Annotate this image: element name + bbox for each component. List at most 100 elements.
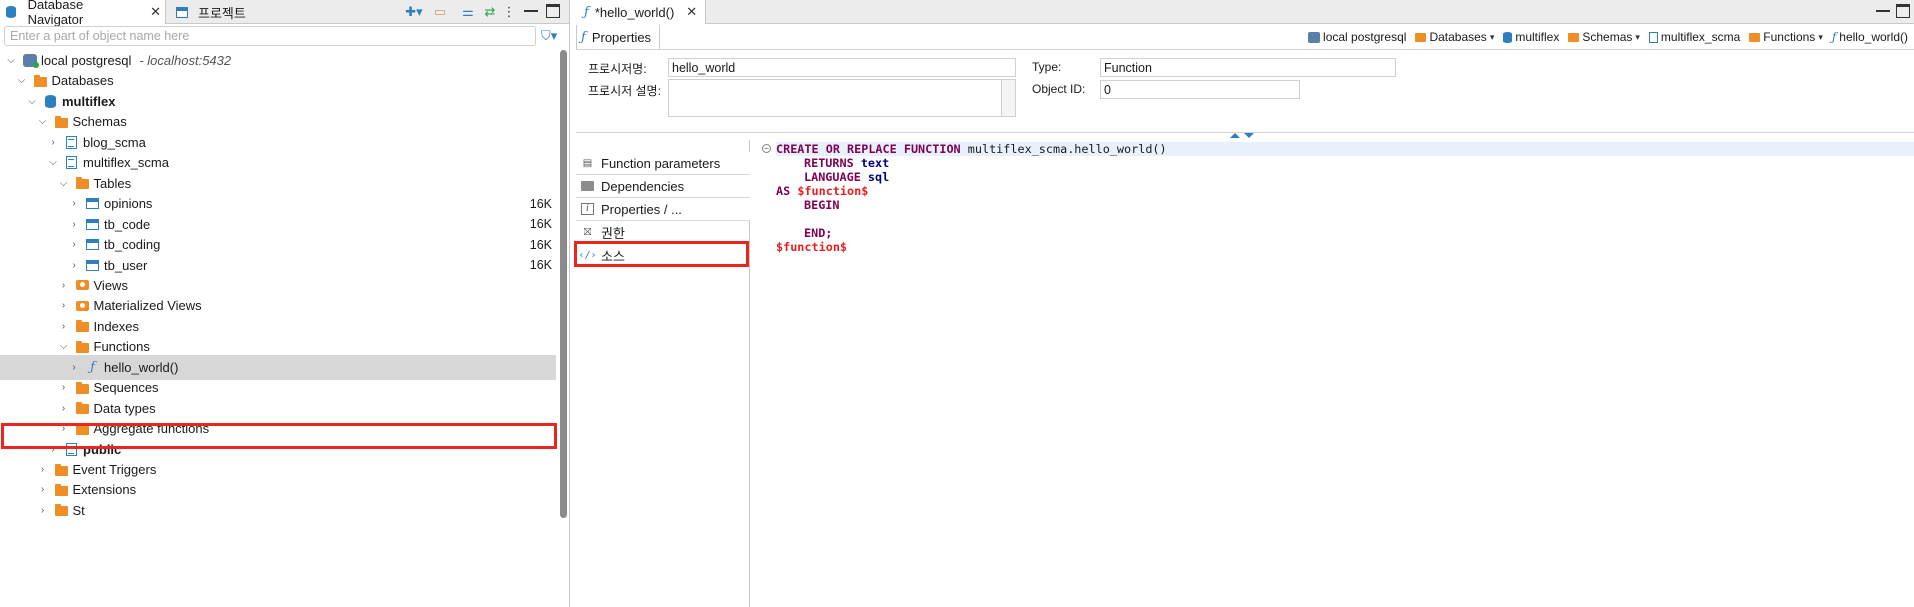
tree-item-label: multiflex_scma xyxy=(83,155,169,171)
breadcrumb-item[interactable]: Databases ▾ xyxy=(1415,30,1494,44)
tab-project[interactable]: 프로젝트 xyxy=(170,0,250,24)
code-line: AS $function$ xyxy=(776,184,868,198)
minimize-icon[interactable] xyxy=(1876,4,1890,12)
side-tab-label: Properties / ... xyxy=(601,201,682,217)
chevron-down-icon[interactable]: ▾ xyxy=(1635,32,1640,43)
function-icon: ƒ xyxy=(1831,30,1837,44)
minimize-icon[interactable] xyxy=(524,4,538,12)
tree-item[interactable]: › St xyxy=(0,498,556,523)
collapse-all-icon[interactable]: ⚌ xyxy=(460,4,476,20)
navigator-scrollbar[interactable] xyxy=(558,48,568,607)
tab-properties[interactable]: ƒ Properties xyxy=(576,25,661,49)
close-icon[interactable]: ✕ xyxy=(150,4,161,20)
chevron-right-icon[interactable]: › xyxy=(67,258,81,272)
maximize-icon[interactable] xyxy=(546,4,560,18)
chevron-right-icon[interactable]: › xyxy=(46,135,60,149)
side-tab-dependencies[interactable]: Dependencies xyxy=(576,175,750,198)
maximize-icon[interactable] xyxy=(1896,4,1910,18)
info-icon: i xyxy=(580,203,595,215)
code-keyword: RETURNS xyxy=(804,156,854,170)
breadcrumb-label: hello_world() xyxy=(1839,30,1908,44)
new-folder-icon[interactable]: ▭ xyxy=(432,4,448,20)
chevron-right-icon[interactable]: › xyxy=(36,503,50,517)
object-id-field[interactable]: 0 xyxy=(1100,80,1300,99)
folder-icon xyxy=(54,115,69,129)
breadcrumb-item[interactable]: Functions ▾ xyxy=(1749,30,1823,44)
chevron-right-icon[interactable]: › xyxy=(57,401,71,415)
view-icon xyxy=(75,299,90,313)
filter-icon[interactable]: ⛉▾ xyxy=(541,28,557,44)
breadcrumb-item[interactable]: multiflex xyxy=(1503,30,1559,44)
close-icon[interactable]: ✕ xyxy=(686,4,697,20)
chevron-right-icon[interactable]: › xyxy=(36,483,50,497)
chevron-down-icon[interactable]: ⌵ xyxy=(57,340,71,354)
chevron-down-icon[interactable]: ⌵ xyxy=(57,176,71,190)
function-icon: ƒ xyxy=(581,29,586,45)
object-filter-input[interactable] xyxy=(4,26,536,46)
splitter-down-icon[interactable] xyxy=(1244,133,1254,138)
breadcrumb-item[interactable]: ƒ hello_world() xyxy=(1832,30,1908,44)
breadcrumb-item[interactable]: local postgresql xyxy=(1308,30,1406,44)
tab-database-navigator[interactable]: Database Navigator ✕ xyxy=(0,0,166,27)
chevron-down-icon[interactable]: ⌵ xyxy=(4,54,18,68)
breadcrumb-item[interactable]: Schemas ▾ xyxy=(1568,30,1640,44)
chevron-down-icon[interactable]: ▾ xyxy=(1818,32,1823,43)
description-scrollbar[interactable] xyxy=(1001,80,1015,116)
breadcrumb-item[interactable]: multiflex_scma xyxy=(1648,30,1740,44)
function-editor: ƒ *hello_world() ✕ ƒ Properties local po… xyxy=(574,0,1914,607)
tree-item-label: Sequences xyxy=(93,380,159,396)
tree-item-label: Views xyxy=(93,277,128,293)
chevron-right-icon[interactable]: › xyxy=(57,381,71,395)
chevron-right-icon[interactable]: › xyxy=(57,278,71,292)
chevron-down-icon[interactable]: ⌵ xyxy=(36,115,50,129)
type-field[interactable]: Function xyxy=(1100,58,1396,77)
breadcrumb-label: Schemas xyxy=(1582,30,1633,44)
tree-item-label: Event Triggers xyxy=(72,462,157,477)
breadcrumb-label: multiflex xyxy=(1515,30,1560,44)
table-icon xyxy=(85,238,100,252)
chevron-right-icon[interactable]: › xyxy=(67,217,81,231)
type-label: Type: xyxy=(1032,60,1062,74)
chevron-right-icon[interactable]: › xyxy=(57,299,71,313)
chevron-down-icon[interactable]: ⌵ xyxy=(15,74,29,88)
chevron-right-icon[interactable]: › xyxy=(67,238,81,252)
folder-icon xyxy=(1415,32,1427,42)
chevron-right-icon[interactable]: › xyxy=(67,197,81,211)
procedure-name-label: 프로시저명: xyxy=(588,62,647,76)
project-icon xyxy=(174,5,189,19)
view-menu-icon[interactable]: ⋮ xyxy=(503,4,516,20)
tree-item-label: Schemas xyxy=(72,114,127,130)
chevron-right-icon[interactable]: › xyxy=(67,360,81,374)
tab-database-navigator-label: Database Navigator xyxy=(27,0,84,27)
chevron-right-icon[interactable]: › xyxy=(36,463,50,477)
panel-splitter[interactable] xyxy=(576,133,1914,139)
tab-hello-world[interactable]: ƒ *hello_world() ✕ xyxy=(576,0,707,24)
code-dollar-quote: $function$ xyxy=(776,240,848,254)
folder-icon xyxy=(54,483,69,497)
procedure-description-field[interactable] xyxy=(668,79,1016,117)
side-tab-properties-more[interactable]: i Properties / ... xyxy=(576,198,750,221)
breadcrumb-label: Functions xyxy=(1763,30,1816,44)
function-icon: ƒ xyxy=(90,359,95,375)
tree-item-label: hello_world() xyxy=(104,359,179,375)
chevron-down-icon[interactable]: ⌵ xyxy=(46,156,60,170)
code-keyword: LANGUAGE xyxy=(804,170,861,184)
procedure-name-field[interactable]: hello_world xyxy=(668,58,1016,77)
permissions-icon: ⛝ xyxy=(583,227,592,238)
tree-item-size: 16K xyxy=(529,237,552,252)
navigator-scroll-thumb[interactable] xyxy=(560,50,567,518)
code-line: CREATE OR REPLACE FUNCTION multiflex_scm… xyxy=(776,142,1914,156)
folder-icon xyxy=(1568,32,1580,42)
link-editor-icon[interactable]: ⇄ xyxy=(482,4,498,20)
chevron-right-icon[interactable]: › xyxy=(57,319,71,333)
splitter-up-icon[interactable] xyxy=(1230,133,1240,138)
new-connection-icon[interactable]: ✚▾ xyxy=(404,4,424,20)
side-tab-function-parameters[interactable]: ▤ Function parameters xyxy=(576,152,750,175)
breadcrumb: local postgresql Databases ▾ multiflex Schem… xyxy=(1308,24,1908,50)
sql-source-editor[interactable]: − CREATE OR REPLACE FUNCTION multiflex_s… xyxy=(752,140,1914,607)
tree-item-label: St xyxy=(72,502,85,518)
tree-item-label: tb_code xyxy=(104,216,151,232)
chevron-down-icon[interactable]: ▾ xyxy=(1490,32,1495,43)
chevron-down-icon[interactable]: ⌵ xyxy=(25,94,39,108)
fold-toggle-icon[interactable]: − xyxy=(762,144,771,153)
